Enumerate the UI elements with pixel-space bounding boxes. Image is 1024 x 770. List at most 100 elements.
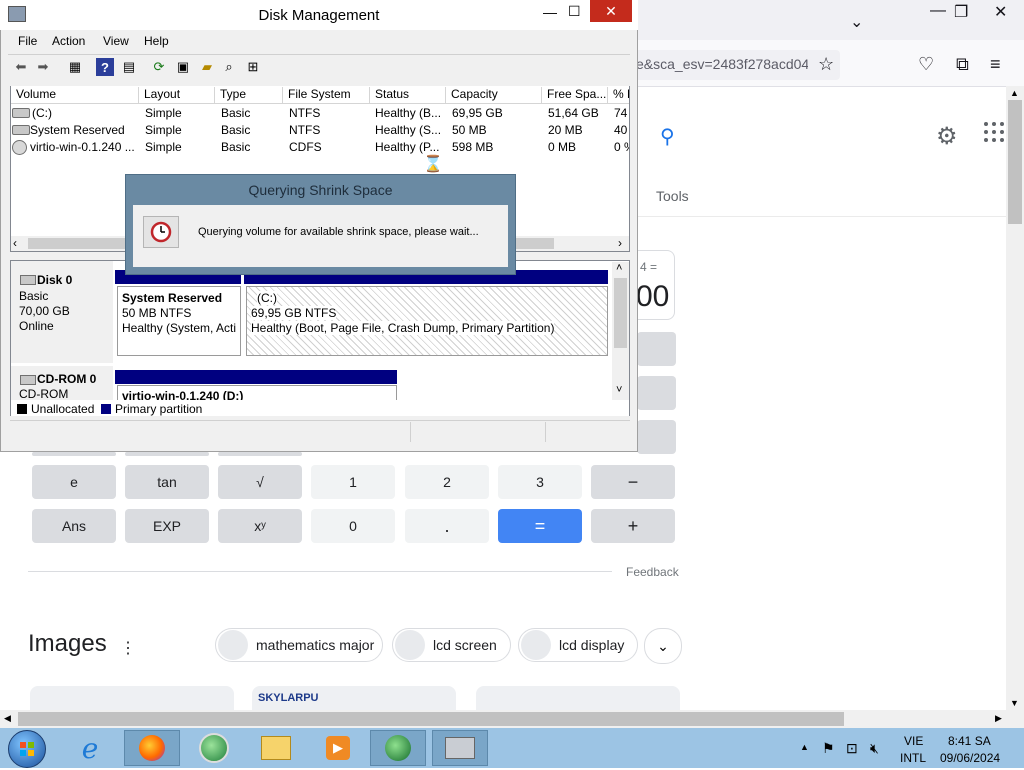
graph-scroll-up-icon[interactable]: ˄ [616,262,622,274]
calc-key-hidden[interactable] [637,420,676,454]
chips-next-chevron-icon[interactable]: ⌄ [644,628,682,664]
disk-settings-icon[interactable]: ⊞ [244,58,262,76]
scroll-right-icon[interactable]: ▶ [995,713,1002,724]
taskbar-media-player[interactable]: ▶ [310,730,366,766]
menu-help[interactable]: Help [144,34,169,48]
feedback-link[interactable]: Feedback [626,565,679,579]
col-type[interactable]: Type [215,87,283,103]
calc-key-hidden[interactable] [32,452,116,456]
dm-close-button[interactable]: ✕ [590,0,632,22]
dialog-clock-icon [143,216,179,248]
calc-key-1[interactable]: 1 [311,465,395,499]
settings-gear-icon[interactable]: ⚙ [936,122,958,151]
keyboard-layout[interactable]: INTL [900,751,926,765]
chip-lcd-screen[interactable]: lcd screen [392,628,511,662]
calc-key-ans[interactable]: Ans [32,509,116,543]
taskbar-disk-management[interactable] [432,730,488,766]
image-result-card[interactable] [476,686,680,710]
col-volume[interactable]: Volume [11,87,139,103]
extensions-icon[interactable]: ⧉ [956,54,969,75]
partition-cdrom[interactable]: virtio-win-0.1.240 (D:) [117,385,397,400]
col-file-system[interactable]: File System [283,87,370,103]
properties-icon[interactable]: ▣ [174,58,192,76]
volume-muted-icon[interactable]: 🔇︎ [870,740,879,757]
drive-icon [12,125,30,135]
col-layout[interactable]: Layout [139,87,215,103]
dm-minimize-icon[interactable]: — [543,4,557,20]
console-tree-icon[interactable]: ▦ [66,58,84,76]
action-pane-icon[interactable]: ▤ [120,58,138,76]
bookmark-star-icon[interactable]: ☆ [818,54,834,75]
chip-mathematics-major[interactable]: mathematics major [215,628,383,662]
network-icon[interactable]: ⊡ [846,740,858,757]
restore-icon[interactable]: ❐ [954,2,968,22]
col-status[interactable]: Status [370,87,446,103]
calc-key-equals[interactable]: = [498,509,582,543]
help-icon[interactable]: ? [96,58,114,76]
graph-scroll-down-icon[interactable]: ˅ [616,384,622,396]
col-capacity[interactable]: Capacity [446,87,542,103]
minimize-icon[interactable]: — [930,2,946,20]
row-volume[interactable]: System Reserved [30,123,136,137]
menu-view[interactable]: View [103,34,129,48]
calc-key-power[interactable]: xʸ [218,509,302,543]
calc-key-plus[interactable]: + [591,509,675,543]
taskbar-ie[interactable]: e [62,730,118,766]
calc-key-tan[interactable]: tan [125,465,209,499]
page-vertical-scroll-thumb[interactable] [1008,100,1022,224]
col-percent-free[interactable]: % F [608,87,629,103]
taskbar-globe[interactable] [186,730,242,766]
dm-maximize-icon[interactable]: ☐ [568,3,581,20]
pocket-icon[interactable]: ♡ [918,54,934,75]
calc-key-2[interactable]: 2 [405,465,489,499]
tools-tab[interactable]: Tools [656,188,689,204]
calc-key-e[interactable]: e [32,465,116,499]
forward-arrow-icon[interactable]: ➡ [34,58,52,76]
calc-key-3[interactable]: 3 [498,465,582,499]
more-options-icon[interactable]: ⋮ [120,638,136,658]
google-apps-icon[interactable] [984,122,1004,142]
graph-vertical-scroll-thumb[interactable] [614,278,627,348]
menu-hamburger-icon[interactable]: ≡ [990,54,1001,75]
clock-time[interactable]: 8:41 SA [948,734,991,748]
menu-file[interactable]: File [18,34,37,48]
menu-action[interactable]: Action [52,34,85,48]
open-folder-icon[interactable]: ▰ [198,58,216,76]
action-center-flag-icon[interactable]: ⚑ [822,740,835,757]
browser-close-icon[interactable]: ✕ [994,2,1007,22]
scroll-down-icon[interactable]: ▼ [1010,698,1019,708]
calc-key-hidden[interactable] [637,332,676,366]
taskbar-download-manager[interactable] [370,730,426,766]
google-search-icon[interactable]: ⚲ [660,124,675,149]
chip-lcd-display[interactable]: lcd display [518,628,638,662]
refresh-icon[interactable]: ⟳ [150,58,168,76]
start-button[interactable] [8,730,46,768]
show-hidden-icons-chevron[interactable]: ▲ [800,742,809,752]
page-horizontal-scroll-thumb[interactable] [18,712,844,726]
calc-key-exp[interactable]: EXP [125,509,209,543]
list-scroll-left-icon[interactable]: ‹ [13,236,17,250]
taskbar-explorer[interactable] [248,730,304,766]
calc-key-hidden[interactable] [637,376,676,410]
clock-date[interactable]: 09/06/2024 [940,751,1000,765]
calc-key-hidden[interactable] [125,452,209,456]
calc-key-0[interactable]: 0 [311,509,395,543]
url-text[interactable]: e&sca_esv=2483f278acd04 [636,56,808,72]
col-free-space[interactable]: Free Spa... [542,87,608,103]
row-volume[interactable]: virtio-win-0.1.240 ... [30,140,136,154]
image-result-card[interactable] [30,686,234,710]
scroll-up-icon[interactable]: ▲ [1010,88,1019,98]
language-indicator[interactable]: VIE [904,734,923,748]
search-disk-icon[interactable]: ⌕ [220,58,238,76]
back-arrow-icon[interactable]: ⬅ [12,58,30,76]
tab-list-chevron-icon[interactable]: ⌄ [850,12,863,32]
list-scroll-right-icon[interactable]: › [618,236,622,250]
calc-key-sqrt[interactable]: √ [218,465,302,499]
calc-key-minus[interactable]: − [591,465,675,499]
row-volume[interactable]: (C:) [32,106,136,120]
taskbar-firefox[interactable] [124,730,180,766]
calc-key-hidden[interactable] [218,452,302,456]
cdrom-icon [20,375,36,385]
calc-key-decimal[interactable]: . [405,509,489,543]
scroll-left-icon[interactable]: ◀ [4,713,11,724]
